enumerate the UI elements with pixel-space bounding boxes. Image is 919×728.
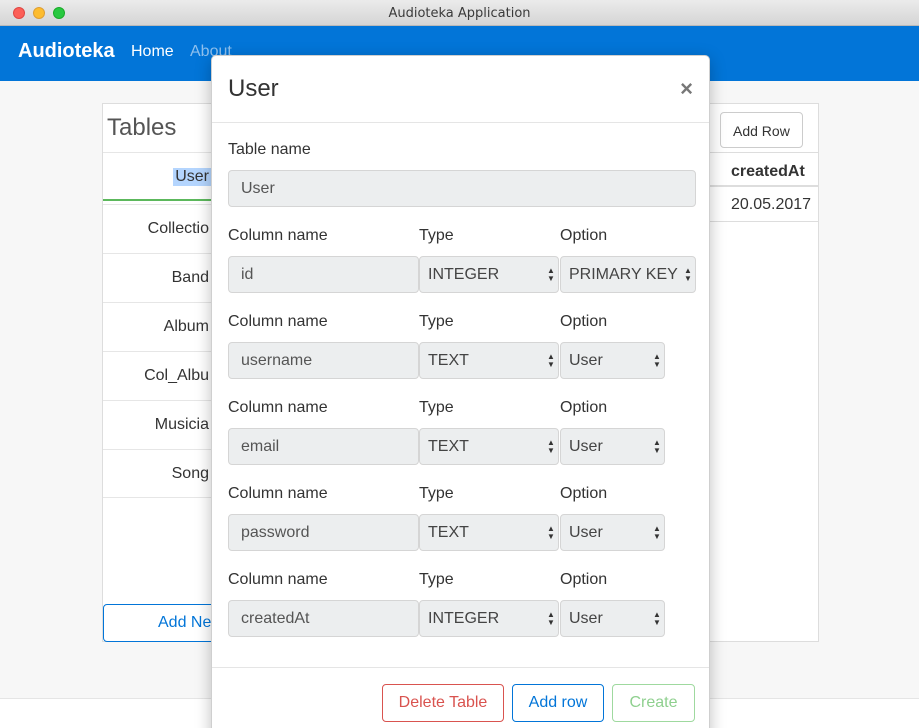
table-list-item-label: Col_Albu <box>144 367 209 384</box>
type-select[interactable]: INTEGER ▲ ▼ <box>419 256 559 293</box>
table-cell-createdat: 20.05.2017 <box>731 196 812 213</box>
option-select[interactable]: User ▲ ▼ <box>560 342 665 379</box>
type-label: Type <box>419 399 454 416</box>
column-name-input[interactable]: email <box>228 428 419 465</box>
select-arrows-icon: ▲ ▼ <box>547 352 555 369</box>
select-arrows-icon: ▲ ▼ <box>653 438 661 455</box>
nav-home-link[interactable]: Home <box>131 43 174 61</box>
select-arrows-icon: ▲ ▼ <box>653 352 661 369</box>
table-row: 20.05.2017 <box>710 188 818 222</box>
table-name-input[interactable]: User <box>228 170 696 207</box>
option-select-value: PRIMARY KEY <box>569 266 678 283</box>
table-list-item-song[interactable]: Song <box>103 449 223 498</box>
table-list-item-label: Collectio <box>147 220 209 237</box>
type-select[interactable]: TEXT ▲ ▼ <box>419 342 559 379</box>
window-titlebar: Audioteka Application <box>0 0 919 26</box>
option-select[interactable]: User ▲ ▼ <box>560 428 665 465</box>
option-label: Option <box>560 485 608 502</box>
select-arrows-icon: ▲ ▼ <box>684 266 692 283</box>
option-select[interactable]: User ▲ ▼ <box>560 600 665 637</box>
table-list-item-band[interactable]: Band <box>103 253 223 302</box>
option-select-value: User <box>569 352 603 369</box>
option-select-value: User <box>569 438 603 455</box>
select-arrows-icon: ▲ ▼ <box>547 610 555 627</box>
table-list-item-label: Musicia <box>154 416 209 433</box>
type-select[interactable]: INTEGER ▲ ▼ <box>419 600 559 637</box>
column-name-input[interactable]: createdAt <box>228 600 419 637</box>
column-name-input[interactable]: password <box>228 514 419 551</box>
option-select-value: User <box>569 610 603 627</box>
table-list-item-col-album[interactable]: Col_Albu <box>103 351 223 400</box>
modal-footer-divider <box>212 667 709 668</box>
option-label: Option <box>560 227 608 244</box>
type-select[interactable]: TEXT ▲ ▼ <box>419 514 559 551</box>
table-list-item-collection[interactable]: Collectio <box>103 204 223 253</box>
option-select-value: User <box>569 524 603 541</box>
select-arrows-icon: ▲ ▼ <box>547 438 555 455</box>
table-name-label: Table name <box>228 141 311 158</box>
select-arrows-icon: ▲ ▼ <box>653 524 661 541</box>
type-select-value: INTEGER <box>428 266 500 283</box>
close-icon[interactable]: × <box>680 76 693 102</box>
column-name-label: Column name <box>228 399 328 416</box>
table-list-item-album[interactable]: Album <box>103 302 223 351</box>
select-arrows-icon: ▲ ▼ <box>653 610 661 627</box>
add-column-row-button[interactable]: Add row <box>512 684 604 722</box>
column-name-label: Column name <box>228 227 328 244</box>
option-label: Option <box>560 399 608 416</box>
delete-table-button[interactable]: Delete Table <box>382 684 504 722</box>
type-label: Type <box>419 571 454 588</box>
table-list-item-user[interactable]: User <box>103 152 223 201</box>
type-select-value: TEXT <box>428 438 469 455</box>
edit-table-modal: User × Table name User Column name Type … <box>211 55 710 728</box>
type-select-value: TEXT <box>428 352 469 369</box>
column-name-label: Column name <box>228 313 328 330</box>
data-table-header: createdAt <box>710 152 818 187</box>
option-select[interactable]: User ▲ ▼ <box>560 514 665 551</box>
window-title: Audioteka Application <box>388 6 531 21</box>
table-list-item-label: User <box>173 168 211 186</box>
type-label: Type <box>419 313 454 330</box>
table-list-item-musician[interactable]: Musicia <box>103 400 223 449</box>
modal-title: User <box>228 75 279 102</box>
type-select-value: INTEGER <box>428 610 500 627</box>
type-select-value: TEXT <box>428 524 469 541</box>
create-button[interactable]: Create <box>612 684 695 722</box>
add-row-button[interactable]: Add Row <box>720 112 803 148</box>
type-label: Type <box>419 227 454 244</box>
option-select[interactable]: PRIMARY KEY ▲ ▼ <box>560 256 696 293</box>
table-list-item-label: Band <box>171 269 209 286</box>
select-arrows-icon: ▲ ▼ <box>547 266 555 283</box>
brand-link[interactable]: Audioteka <box>18 40 115 63</box>
modal-header-divider <box>212 122 709 123</box>
column-header-createdat: createdAt <box>731 163 805 180</box>
option-label: Option <box>560 571 608 588</box>
table-list-item-label: Album <box>163 318 209 335</box>
column-name-label: Column name <box>228 571 328 588</box>
table-list-item-label: Song <box>171 465 209 482</box>
select-arrows-icon: ▲ ▼ <box>547 524 555 541</box>
column-name-label: Column name <box>228 485 328 502</box>
tables-heading: Tables <box>107 114 177 141</box>
option-label: Option <box>560 313 608 330</box>
column-name-input[interactable]: id <box>228 256 419 293</box>
column-name-input[interactable]: username <box>228 342 419 379</box>
type-label: Type <box>419 485 454 502</box>
type-select[interactable]: TEXT ▲ ▼ <box>419 428 559 465</box>
